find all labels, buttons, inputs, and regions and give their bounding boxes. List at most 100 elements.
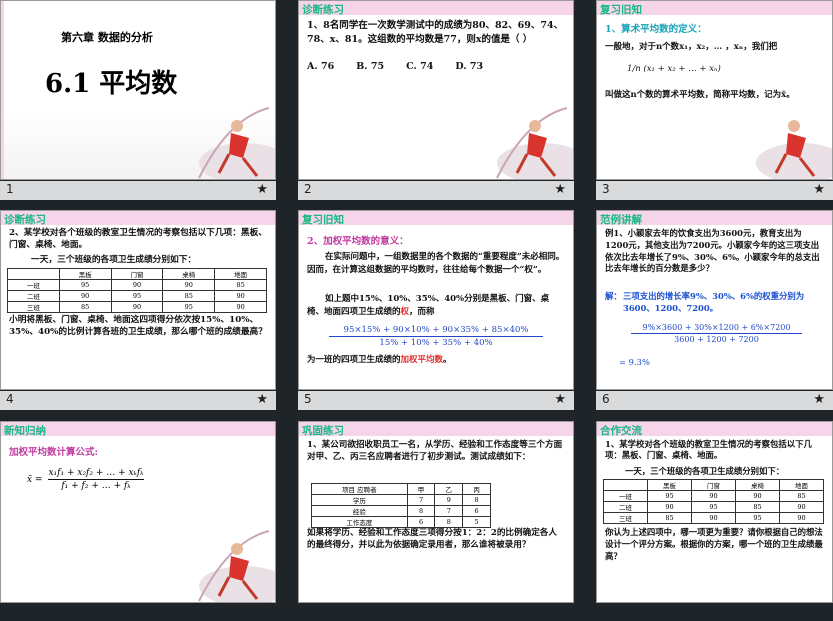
table-cell: 85	[58, 301, 112, 313]
formula-fraction: x₁f₁ + x₂f₂ + … + xₖfₖ f₁ + f₂ + … + fₖ	[48, 468, 144, 491]
slide-thumbnail-7[interactable]: 新知归纳 加权平均数计算公式: x̄ = x₁f₁ + x₂f₂ + … + x…	[0, 421, 276, 621]
fraction-bar	[631, 333, 802, 334]
transition-star-icon[interactable]: ★	[554, 182, 566, 197]
table-cell: 95	[647, 490, 692, 502]
slide-thumbnail-8[interactable]: 巩固练习 1、某公司欲招收职员工一名，从学历、经验和工作态度等三个方面对甲、乙、…	[298, 421, 574, 621]
formula-heading: 加权平均数计算公式:	[9, 447, 99, 458]
dancer-illustration	[198, 107, 275, 179]
answer-options: A. 76 B. 75 C. 74 D. 73	[307, 60, 565, 74]
pink-strip	[1, 1, 4, 179]
slide-thumbnail-4[interactable]: 诊断练习 2、某学校对各个班级的教室卫生情况的考察包括以下几项：黑板、门窗、桌椅…	[0, 210, 276, 410]
table-header-cell: 甲	[406, 483, 436, 495]
table-row: 一班 95 90 90 85	[7, 279, 267, 291]
table-cell: 二班	[603, 501, 648, 513]
table-cell: 6	[462, 505, 491, 517]
slide-tag: 复习旧知	[302, 214, 344, 226]
slide-canvas: 第六章 数据的分析 6.1 平均数	[0, 0, 276, 180]
question-text-3: 小明将黑板、门窗、桌椅、地面这四项得分依次按15%、10%、35%、40%的比例…	[9, 315, 267, 337]
slide-tag: 范例讲解	[600, 214, 642, 226]
slide-thumbnail-1[interactable]: 第六章 数据的分析 6.1 平均数 1 ★	[0, 0, 276, 200]
slide-footer: 5 ★	[298, 391, 574, 410]
table-cell: 90	[735, 490, 780, 502]
slide-number: 2	[304, 182, 312, 196]
slide-number: 1	[6, 182, 14, 196]
question-text: 2、某学校对各个班级的教室卫生情况的考察包括以下几项：黑板、门窗、桌椅、地面。	[9, 228, 267, 250]
table-cell: 8	[406, 505, 436, 517]
table-cell: 90	[214, 290, 267, 302]
transition-star-icon[interactable]: ★	[554, 392, 566, 407]
table-cell: 85	[214, 279, 267, 291]
table-cell: 学历	[311, 494, 408, 506]
table-row: 二班 90 95 85 90	[603, 501, 824, 513]
table-header-cell: 地面	[779, 479, 824, 491]
slide-tag: 合作交流	[600, 425, 642, 437]
slide-thumbnail-5[interactable]: 复习旧知 2、加权平均数的意义： 在实际问题中，一组数据里的各个数据的“重要程度…	[298, 210, 574, 410]
table-header-cell: 乙	[434, 483, 464, 495]
weight-highlight: 权	[400, 306, 410, 317]
paragraph-2: 如上题中15%、10%、35%、40%分别是黑板、门窗、桌椅、地面四项卫生成绩的…	[307, 293, 565, 319]
table-row: 一班 95 90 90 85	[603, 490, 824, 502]
slide-tag: 巩固练习	[302, 425, 344, 437]
table-header-cell	[603, 479, 648, 491]
table-cell: 8	[462, 494, 491, 506]
paragraph-2-end: ，而称	[409, 306, 435, 317]
table-cell: 95	[58, 279, 112, 291]
table-row: 学历 7 9 8	[311, 494, 491, 506]
transition-star-icon[interactable]: ★	[813, 182, 825, 197]
dancer-illustration	[756, 120, 832, 179]
table-row: 三班 85 90 95 90	[7, 301, 267, 313]
slide-number: 5	[304, 392, 312, 406]
slide-thumbnail-3[interactable]: 复习旧知 1、算术平均数的定义： 一般地，对于n个数x₁，x₂，… ，xₙ，我们…	[596, 0, 833, 200]
solution-body: 三项支出的增长率9%、30%、6%的权重分别为3600、1200、7200。	[623, 291, 805, 313]
transition-star-icon[interactable]: ★	[256, 182, 268, 197]
table-row: 二班 90 95 85 90	[7, 290, 267, 302]
table-row: 三班 85 90 95 90	[603, 512, 824, 524]
table-cell: 90	[110, 301, 164, 313]
option-d: D. 73	[455, 61, 484, 72]
table-header-cell: 黑板	[58, 268, 112, 280]
slide-canvas: 复习旧知 2、加权平均数的意义： 在实际问题中，一组数据里的各个数据的“重要程度…	[298, 210, 574, 390]
table-cell: 90	[58, 290, 112, 302]
fraction-bar	[48, 479, 144, 480]
slide-thumbnail-9[interactable]: 合作交流 1、某学校对各个班级的教室卫生情况的考察包括以下几项：黑板、门窗、桌椅…	[596, 421, 833, 621]
slide-footer: 4 ★	[0, 391, 276, 410]
transition-star-icon[interactable]: ★	[813, 392, 825, 407]
table-cell: 95	[735, 512, 780, 524]
question-text-3: 你认为上述四项中，哪一项更为重要？请你根据自己的想法设计一个评分方案。根据你的方…	[605, 527, 823, 562]
slide-thumbnail-6[interactable]: 范例讲解 例1、小颖家去年的饮食支出为3600元，教育支出为1200元，其他支出…	[596, 210, 833, 410]
table-cell: 7	[434, 505, 464, 517]
slide-footer: 1 ★	[0, 181, 276, 200]
slide-canvas: 新知归纳 加权平均数计算公式: x̄ = x₁f₁ + x₂f₂ + … + x…	[0, 421, 276, 603]
table-header-cell: 门窗	[691, 479, 736, 491]
slide-thumbnail-2[interactable]: 诊断练习 1、8名同学在一次数学测试中的成绩为80、82、69、74、78、x、…	[298, 0, 574, 200]
table-cell: 90	[647, 501, 692, 513]
formula-denominator: 3600 + 1200 + 7200	[674, 335, 759, 344]
slide-number: 3	[602, 182, 610, 196]
transition-star-icon[interactable]: ★	[256, 392, 268, 407]
slide-footer: 2 ★	[298, 181, 574, 200]
dancer-illustration	[198, 530, 275, 602]
table-cell: 90	[214, 301, 267, 313]
formula-numerator: 9%×3600 + 30%×1200 + 6%×7200	[642, 323, 791, 332]
weighted-formula: 95×15% + 90×10% + 90×35% + 85×40% 15% + …	[309, 325, 563, 348]
table-cell: 95	[162, 301, 216, 313]
slide-canvas: 诊断练习 2、某学校对各个班级的教室卫生情况的考察包括以下几项：黑板、门窗、桌椅…	[0, 210, 276, 390]
table-cell: 85	[647, 512, 692, 524]
slide-footer: 6 ★	[596, 391, 833, 410]
table-cell: 90	[691, 490, 736, 502]
table-row: 工作态度 6 8 5	[311, 516, 491, 528]
table-cell: 6	[406, 516, 436, 528]
section-heading: 2、加权平均数的意义：	[307, 236, 409, 247]
slide-tag: 复习旧知	[600, 4, 642, 16]
definition-line-1: 一般地，对于n个数x₁，x₂，… ，xₙ，我们把	[605, 42, 778, 52]
table-header-cell: 项目 应聘者	[311, 483, 408, 495]
slide-canvas: 诊断练习 1、8名同学在一次数学测试中的成绩为80、82、69、74、78、x、…	[298, 0, 574, 180]
mean-formula: 1/n (x₁ + x₂ + … + xₙ)	[627, 64, 721, 74]
score-table: 黑板 门窗 桌椅 地面 一班 95 90 90 85 二班 90 95 85 90 三班 85 90…	[603, 479, 824, 524]
fraction-bar	[329, 336, 543, 337]
table-cell: 经验	[311, 505, 408, 517]
table-cell: 95	[110, 290, 164, 302]
score-table: 黑板 门窗 桌椅 地面 一班 95 90 90 85 二班 90 95 85 90 三班 85 90…	[7, 268, 267, 313]
table-cell: 9	[434, 494, 464, 506]
slide-number: 6	[602, 392, 610, 406]
